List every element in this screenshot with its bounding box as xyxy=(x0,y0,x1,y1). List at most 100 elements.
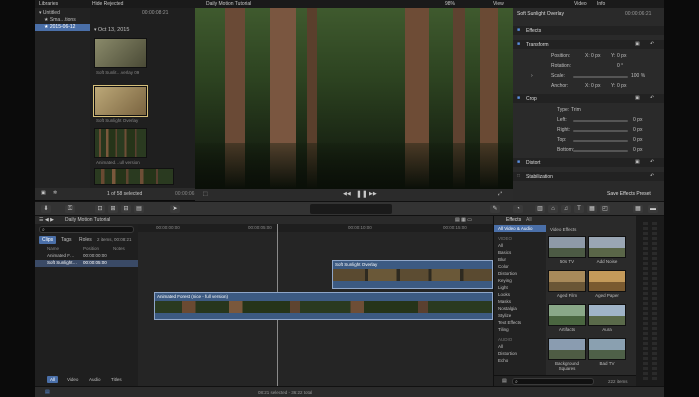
effect-tile[interactable]: Add Noise xyxy=(588,236,626,264)
position-y-field[interactable]: 0 px xyxy=(617,53,626,59)
crop-bottom-field[interactable]: 0 px xyxy=(633,147,642,153)
zoom-level[interactable]: 98% xyxy=(445,1,455,7)
position-x-field[interactable]: 0 px xyxy=(591,53,600,59)
generators-icon[interactable]: ▦ xyxy=(587,205,597,213)
music-icon[interactable]: ♫ xyxy=(561,205,571,213)
tab-info[interactable]: Info xyxy=(597,1,605,7)
category-item[interactable]: All xyxy=(494,343,546,350)
reset-icon[interactable]: ↶ xyxy=(650,95,654,101)
category-all-video-audio[interactable]: All Video & Audio xyxy=(494,225,546,232)
effect-tile[interactable]: 50s TV xyxy=(548,236,586,264)
category-item[interactable]: Nostalgia xyxy=(494,305,546,312)
keyword-icon[interactable]: ⚿ xyxy=(65,205,75,213)
tab-all[interactable]: All xyxy=(47,376,59,383)
sidebar-toggle-icon[interactable]: ▤ xyxy=(502,378,507,384)
transitions-icon[interactable]: ▬ xyxy=(648,205,658,213)
effect-tile[interactable]: Aged Paper xyxy=(588,270,626,298)
blue-checkbox-icon[interactable]: ■ xyxy=(517,41,520,47)
category-item[interactable]: Distortion xyxy=(494,270,546,277)
search-field[interactable]: ⌕ xyxy=(39,226,134,233)
themes-icon[interactable]: ◰ xyxy=(600,205,610,213)
effect-tile[interactable]: Aura xyxy=(588,304,626,332)
tab-roles[interactable]: Roles xyxy=(79,237,92,243)
inspector-toggle-icon[interactable]: ▥ xyxy=(535,205,545,213)
category-item[interactable]: Tiling xyxy=(494,326,546,333)
blue-checkbox-icon[interactable]: ■ xyxy=(517,27,520,33)
timeline-history-icon[interactable]: ☰ ◀ ▶ xyxy=(39,217,54,223)
reset-icon[interactable]: ↶ xyxy=(650,173,654,179)
clip-thumbnail-3[interactable] xyxy=(94,128,147,158)
titles-icon[interactable]: T xyxy=(574,205,584,213)
tab-video[interactable]: Video xyxy=(67,377,78,382)
pause-button[interactable]: ❚❚ xyxy=(356,190,368,198)
tab-video[interactable]: Video xyxy=(574,1,587,7)
clip-filmstrip[interactable] xyxy=(94,168,174,185)
crop-right-field[interactable]: 0 px xyxy=(633,127,642,133)
category-item[interactable]: Distortion xyxy=(494,350,546,357)
category-item[interactable]: Blur xyxy=(494,256,546,263)
effects-all-filter[interactable]: All xyxy=(526,217,532,223)
anchor-y-field[interactable]: 0 px xyxy=(617,83,626,89)
scale-field[interactable]: 100 % xyxy=(631,73,645,79)
tab-titles[interactable]: Titles xyxy=(111,377,122,382)
crop-right-slider[interactable] xyxy=(573,130,628,132)
crop-onscreen-icon[interactable]: ▣ xyxy=(635,95,640,101)
blue-checkbox-icon[interactable]: ■ xyxy=(517,159,520,165)
fullscreen-icon[interactable]: ⤢ xyxy=(498,191,502,197)
clip-thumbnail-2[interactable] xyxy=(93,85,148,117)
append-clip-icon[interactable]: ⊟ xyxy=(121,205,131,213)
disclosure-icon[interactable]: › xyxy=(531,73,533,79)
crop-top-slider[interactable] xyxy=(573,140,628,142)
category-item[interactable]: Basics xyxy=(494,249,546,256)
effects-browser-icon[interactable]: ▦ xyxy=(633,205,643,213)
photos-icon[interactable]: ⌂ xyxy=(548,205,558,213)
transform-section-header[interactable]: ■ Transform ▣ ↶ xyxy=(513,40,664,49)
save-effects-preset-button[interactable]: Save Effects Preset xyxy=(607,191,651,197)
library-icon[interactable]: ▣ xyxy=(41,190,46,196)
anchor-x-field[interactable]: 0 px xyxy=(591,83,600,89)
hide-rejected-filter[interactable]: Hide Rejected xyxy=(92,1,123,7)
rotation-field[interactable]: 0 ° xyxy=(617,63,623,69)
table-row[interactable]: Animated F… 00:00:00:00 xyxy=(35,253,138,260)
reset-icon[interactable]: ↶ xyxy=(650,159,654,165)
overwrite-clip-icon[interactable]: ▤ xyxy=(134,205,144,213)
crop-left-slider[interactable] xyxy=(573,120,628,122)
date-event-item[interactable]: ★ 2015-06-12 xyxy=(35,24,90,31)
library-item[interactable]: ▾ Untitled xyxy=(35,10,90,17)
skip-forward-icon[interactable]: ▶▶ xyxy=(369,191,377,197)
category-item[interactable]: Echo xyxy=(494,357,546,362)
crop-top-field[interactable]: 0 px xyxy=(633,137,642,143)
stabilization-section-header[interactable]: □ Stabilization ↶ xyxy=(513,172,664,181)
blue-checkbox-icon[interactable]: ■ xyxy=(517,95,520,101)
crop-section-header[interactable]: ■ Crop ▣ ↶ xyxy=(513,94,664,103)
checkbox-icon[interactable]: □ xyxy=(517,173,520,179)
tab-audio[interactable]: Audio xyxy=(89,377,101,382)
import-icon[interactable]: ⬇ xyxy=(41,205,51,213)
category-item[interactable]: Keying xyxy=(494,277,546,284)
select-tool-icon[interactable]: ➤ xyxy=(170,205,180,213)
category-item[interactable]: Looks xyxy=(494,291,546,298)
primary-clip[interactable]: Animated Forest (nice - full version) xyxy=(154,292,493,320)
crop-left-field[interactable]: 0 px xyxy=(633,117,642,123)
effect-tile[interactable]: Artifacts xyxy=(548,304,586,332)
effect-tile[interactable]: Bad TV xyxy=(588,338,626,366)
timeline-index-toggle[interactable]: ▤ xyxy=(45,389,50,395)
event-item[interactable]: ★ Sma…tions xyxy=(35,17,90,24)
category-item[interactable]: Color xyxy=(494,263,546,270)
reset-icon[interactable]: ↶ xyxy=(650,41,654,47)
tab-tags[interactable]: Tags xyxy=(61,237,72,243)
category-item[interactable]: Masks xyxy=(494,298,546,305)
category-item[interactable]: Light xyxy=(494,284,546,291)
overlay-clip[interactable]: Soft Sunlight Overlay xyxy=(332,260,493,289)
gear-icon[interactable]: ✲ xyxy=(53,190,57,196)
tab-clips[interactable]: Clips xyxy=(39,236,57,244)
effect-tile[interactable]: Aged Film xyxy=(548,270,586,298)
crop-type-select[interactable]: Trim xyxy=(571,107,581,113)
scale-slider[interactable] xyxy=(573,76,628,78)
effects-search-field[interactable]: ⌕ xyxy=(512,378,594,385)
distort-section-header[interactable]: ■ Distort ▣ ↶ xyxy=(513,158,664,167)
retime-icon[interactable]: ◔ xyxy=(513,205,523,213)
skip-back-icon[interactable]: ◀◀ xyxy=(343,191,351,197)
effect-tile[interactable]: Background Squares xyxy=(548,338,586,371)
timeline-settings-icon[interactable]: ▤ ▦ ▭ xyxy=(455,217,472,223)
